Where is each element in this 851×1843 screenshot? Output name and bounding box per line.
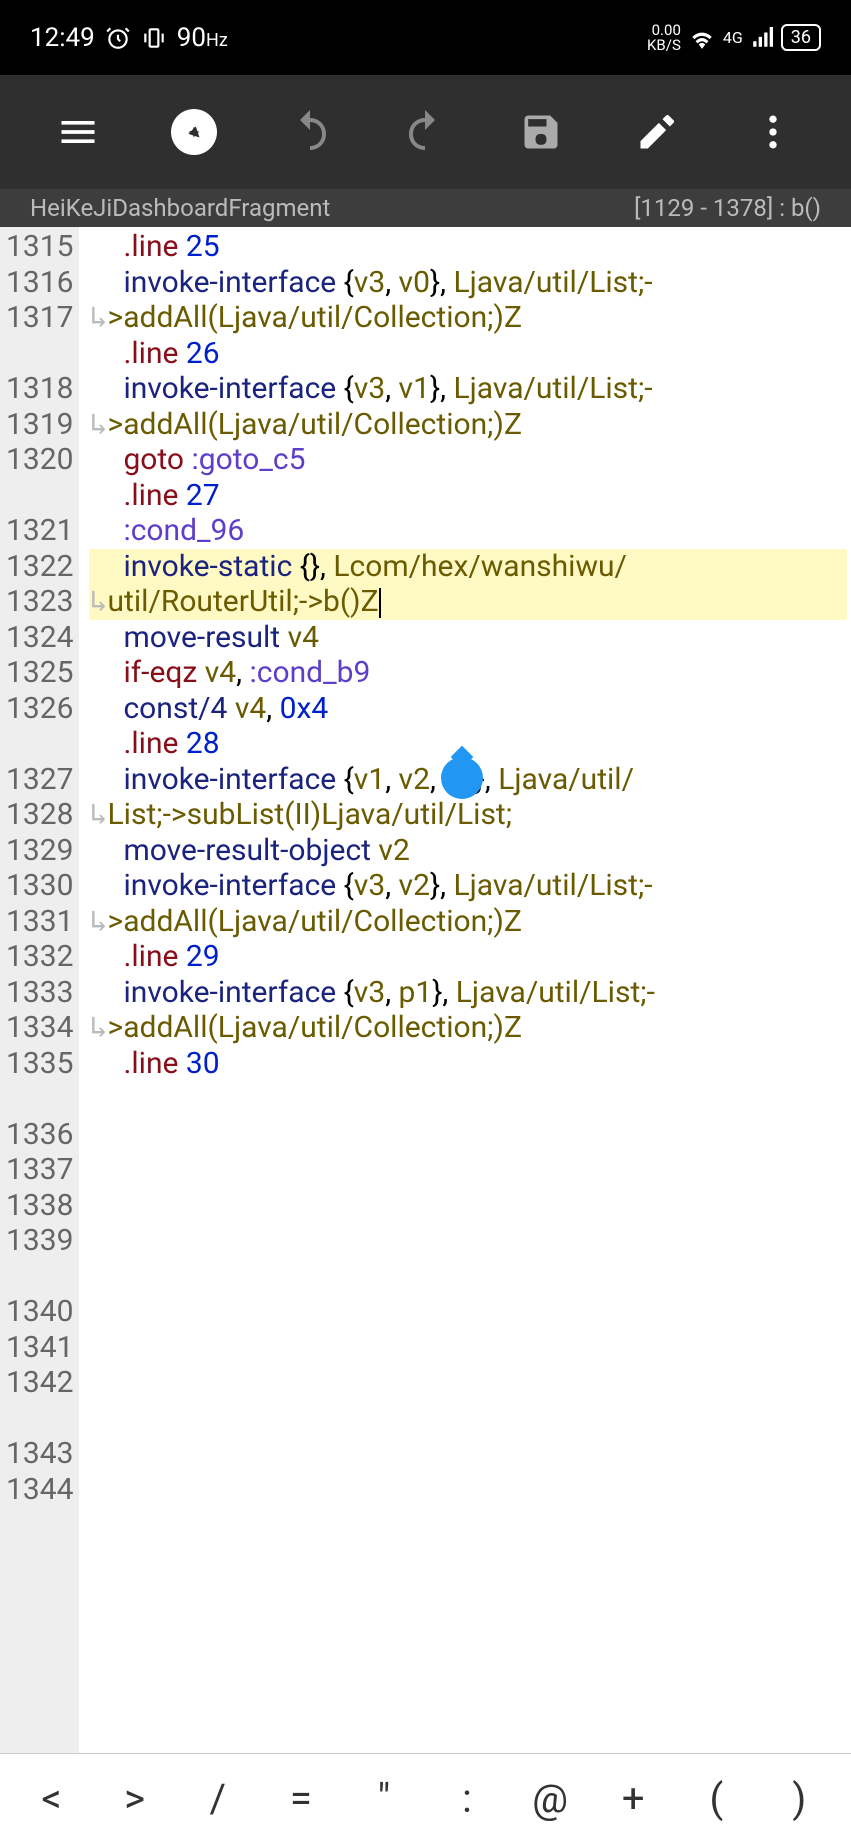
- line-number: 1330: [6, 868, 73, 904]
- line-number: 1317: [6, 300, 73, 336]
- line-number: 1324: [6, 620, 73, 656]
- line-number: [6, 1259, 73, 1295]
- line-number: 1318: [6, 371, 73, 407]
- line-number: 1316: [6, 265, 73, 301]
- symbol-key[interactable]: ": [342, 1775, 425, 1822]
- line-number: 1328: [6, 797, 73, 833]
- code-line[interactable]: move-result v4: [89, 620, 847, 656]
- symbol-key[interactable]: <: [10, 1775, 93, 1822]
- status-left: 12:49 90Hz: [30, 23, 228, 53]
- save-button[interactable]: [517, 108, 565, 156]
- signal-icon: [751, 27, 773, 49]
- explore-button[interactable]: [170, 108, 218, 156]
- code-line[interactable]: .line 27: [89, 478, 847, 514]
- redo-button[interactable]: [401, 108, 449, 156]
- code-line[interactable]: invoke-static {}, Lcom/hex/wanshiwu/: [89, 549, 847, 585]
- line-number: 1320: [6, 442, 73, 478]
- line-number: 1326: [6, 691, 73, 727]
- line-number: 1322: [6, 549, 73, 585]
- code-line-wrap[interactable]: ↳>addAll(Ljava/util/Collection;)Z: [89, 407, 847, 443]
- symbol-key[interactable]: ): [758, 1775, 841, 1822]
- line-number: 1315: [6, 229, 73, 265]
- edit-button[interactable]: [633, 108, 681, 156]
- battery-indicator: 36: [781, 24, 821, 51]
- info-bar: HeiKeJiDashboardFragment [1129 - 1378] :…: [0, 189, 851, 227]
- code-line-wrap[interactable]: ↳>addAll(Ljava/util/Collection;)Z: [89, 904, 847, 940]
- code-line[interactable]: .line 25: [89, 229, 847, 265]
- line-number: 1342: [6, 1365, 73, 1401]
- code-line[interactable]: .line 29: [89, 939, 847, 975]
- code-line[interactable]: .line 30: [89, 1046, 847, 1082]
- code-area[interactable]: .line 25invoke-interface {v3, v0}, Ljava…: [79, 227, 851, 1753]
- code-line[interactable]: if-eqz v4, :cond_b9: [89, 655, 847, 691]
- symbol-key[interactable]: >: [93, 1775, 176, 1822]
- line-number: [6, 1081, 73, 1117]
- wifi-icon: [689, 27, 715, 49]
- more-button[interactable]: [749, 108, 797, 156]
- line-number: 1341: [6, 1330, 73, 1366]
- code-line[interactable]: invoke-interface {v3, p1}, Ljava/util/Li…: [89, 975, 847, 1011]
- line-number: [6, 336, 73, 372]
- code-line-wrap[interactable]: ↳>addAll(Ljava/util/Collection;)Z: [89, 300, 847, 336]
- symbol-key[interactable]: /: [176, 1775, 259, 1822]
- line-gutter: 131513161317 131813191320 13211322132313…: [0, 227, 79, 1753]
- code-line[interactable]: invoke-interface {v3, v0}, Ljava/util/Li…: [89, 265, 847, 301]
- line-number: 1340: [6, 1294, 73, 1330]
- line-number: 1331: [6, 904, 73, 940]
- symbol-key[interactable]: +: [592, 1775, 675, 1822]
- status-time: 12:49: [30, 23, 95, 53]
- code-line[interactable]: invoke-interface {v3, v1}, Ljava/util/Li…: [89, 371, 847, 407]
- status-hz: 90Hz: [177, 23, 228, 53]
- code-line[interactable]: .line 26: [89, 336, 847, 372]
- code-line[interactable]: move-result-object v2: [89, 833, 847, 869]
- line-number: 1343: [6, 1436, 73, 1472]
- line-number: [6, 1401, 73, 1437]
- status-net: 4G: [723, 28, 743, 47]
- line-number: 1325: [6, 655, 73, 691]
- line-number: 1339: [6, 1223, 73, 1259]
- code-line[interactable]: :cond_96: [89, 513, 847, 549]
- line-number: 1323: [6, 584, 73, 620]
- line-number: 1334: [6, 1010, 73, 1046]
- line-number: 1337: [6, 1152, 73, 1188]
- code-line-wrap[interactable]: ↳List;->subList(II)Ljava/util/List;: [89, 797, 847, 833]
- line-number: 1321: [6, 513, 73, 549]
- symbol-key[interactable]: (: [675, 1775, 758, 1822]
- code-line-wrap[interactable]: ↳>addAll(Ljava/util/Collection;)Z: [89, 1010, 847, 1046]
- line-number: 1329: [6, 833, 73, 869]
- line-number: [6, 726, 73, 762]
- alarm-icon: [105, 25, 131, 51]
- editor[interactable]: 131513161317 131813191320 13211322132313…: [0, 227, 851, 1753]
- line-number: 1335: [6, 1046, 73, 1082]
- code-line[interactable]: const/4 v4, 0x4: [89, 691, 847, 727]
- code-line-wrap[interactable]: ↳util/RouterUtil;->b()Z: [89, 584, 847, 620]
- line-number: 1336: [6, 1117, 73, 1153]
- code-line[interactable]: goto :goto_c5: [89, 442, 847, 478]
- status-speed: 0.00 KB/S: [647, 23, 681, 53]
- file-name: HeiKeJiDashboardFragment: [30, 194, 330, 222]
- line-number: 1338: [6, 1188, 73, 1224]
- code-line[interactable]: invoke-interface {v3, v2}, Ljava/util/Li…: [89, 868, 847, 904]
- line-number: [6, 478, 73, 514]
- line-number: 1332: [6, 939, 73, 975]
- menu-button[interactable]: [54, 108, 102, 156]
- status-bar: 12:49 90Hz 0.00 KB/S 4G 36: [0, 0, 851, 75]
- status-right: 0.00 KB/S 4G 36: [647, 23, 821, 53]
- undo-button[interactable]: [286, 108, 334, 156]
- symbol-key[interactable]: :: [425, 1775, 508, 1822]
- symbol-key[interactable]: =: [259, 1775, 342, 1822]
- line-number: 1319: [6, 407, 73, 443]
- symbol-row: <>/=":@+(): [0, 1753, 851, 1843]
- line-number: 1327: [6, 762, 73, 798]
- line-number: 1333: [6, 975, 73, 1011]
- toolbar: [0, 75, 851, 189]
- vibrate-icon: [141, 25, 167, 51]
- position-info: [1129 - 1378] : b(): [634, 194, 821, 222]
- symbol-key[interactable]: @: [509, 1775, 592, 1822]
- line-number: 1344: [6, 1472, 73, 1508]
